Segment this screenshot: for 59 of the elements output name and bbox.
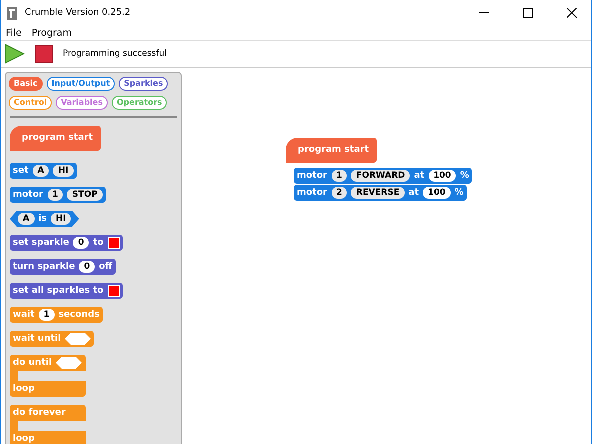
- block-label: do forever: [13, 408, 66, 418]
- color-slot[interactable]: [108, 237, 120, 249]
- block-label: set sparkle: [13, 238, 70, 248]
- block-label: seconds: [58, 310, 100, 320]
- command-block[interactable]: motor 1 STOP: [10, 187, 106, 203]
- category-tab[interactable]: Input/Output: [46, 77, 116, 91]
- block-label: loop: [13, 434, 35, 444]
- dropdown-slot[interactable]: A: [18, 213, 35, 225]
- number-slot[interactable]: 0: [73, 237, 90, 249]
- block-label: is: [38, 214, 48, 224]
- command-block[interactable]: set all sparkles to: [10, 283, 123, 299]
- dropdown-slot[interactable]: A: [32, 165, 50, 177]
- block-label: to: [93, 238, 104, 248]
- block-label: program start: [22, 133, 94, 143]
- block-label: off: [99, 262, 113, 272]
- number-slot[interactable]: 1: [38, 309, 55, 321]
- close-icon[interactable]: [567, 8, 577, 18]
- command-block[interactable]: set sparkle 0 to: [10, 235, 123, 251]
- dropdown-slot[interactable]: 2: [332, 187, 348, 199]
- block-label: set: [13, 166, 29, 176]
- number-slot[interactable]: 100: [423, 187, 451, 199]
- dropdown-slot[interactable]: FORWARD: [351, 170, 410, 182]
- command-block[interactable]: motor 1 FORWARD at 100 %: [294, 168, 472, 184]
- block-label: %: [454, 188, 464, 198]
- dropdown-slot[interactable]: STOP: [67, 189, 103, 201]
- dropdown-slot[interactable]: REVERSE: [351, 187, 405, 199]
- number-slot[interactable]: 100: [428, 170, 456, 182]
- app-icon: [7, 6, 17, 20]
- command-block[interactable]: turn sparkle 0 off: [10, 259, 116, 275]
- block-label: loop: [13, 384, 35, 394]
- block-label: program start: [298, 145, 370, 155]
- command-block[interactable]: motor 2 REVERSE at 100 %: [294, 185, 467, 201]
- dropdown-slot[interactable]: HI: [51, 213, 72, 225]
- dropdown-slot[interactable]: 1: [48, 189, 64, 201]
- block-label: motor: [297, 171, 328, 181]
- window-title: Crumble Version 0.25.2: [25, 8, 131, 18]
- play-icon[interactable]: [5, 44, 25, 64]
- menu-item[interactable]: File: [6, 28, 22, 38]
- block-label: wait: [13, 310, 35, 320]
- block-label: do until: [13, 358, 52, 368]
- block-label: motor: [297, 188, 328, 198]
- number-slot[interactable]: 0: [79, 261, 96, 273]
- dropdown-slot[interactable]: 1: [332, 170, 348, 182]
- block-label: set all sparkles to: [13, 286, 104, 296]
- block-label: turn sparkle: [13, 262, 76, 272]
- command-block[interactable]: wait 1 seconds: [10, 307, 103, 323]
- status-text: Programming successful: [63, 49, 167, 59]
- block-label: wait until: [13, 334, 62, 344]
- category-tab[interactable]: Sparkles: [119, 77, 168, 91]
- block-label: at: [408, 188, 420, 198]
- menu-item[interactable]: Program: [32, 28, 72, 38]
- boolean-block[interactable]: A is HI: [10, 211, 80, 227]
- dropdown-slot[interactable]: HI: [53, 165, 74, 177]
- block-label: at: [414, 171, 425, 181]
- command-block[interactable]: set A HI: [10, 163, 77, 179]
- color-slot[interactable]: [108, 285, 120, 297]
- maximize-icon[interactable]: [523, 8, 533, 18]
- block-label: motor: [13, 190, 44, 200]
- block-label: %: [460, 171, 470, 181]
